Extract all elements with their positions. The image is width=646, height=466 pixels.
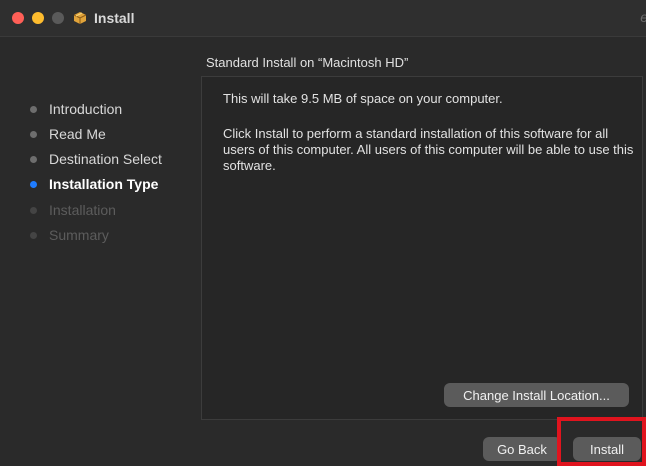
close-window-button[interactable]: [12, 12, 24, 24]
step-installation-type: Installation Type: [30, 174, 158, 194]
minimize-window-button[interactable]: [32, 12, 44, 24]
step-bullet-icon: [30, 130, 37, 138]
title-bar: Install e: [0, 0, 646, 37]
step-bullet-icon: [30, 155, 37, 163]
step-introduction: Introduction: [30, 99, 122, 119]
step-installation: Installation: [30, 200, 116, 220]
step-bullet-icon: [30, 231, 37, 239]
step-bullet-icon: [30, 180, 37, 188]
step-label: Introduction: [49, 101, 123, 117]
window-title-text: Install: [94, 10, 135, 26]
step-summary: Summary: [30, 225, 109, 245]
step-destination-select: Destination Select: [30, 149, 162, 169]
page-heading: Standard Install on “Macintosh HD”: [206, 55, 409, 70]
go-back-button[interactable]: Go Back: [483, 437, 561, 461]
highlight-annotation-box: [557, 417, 646, 466]
zoom-window-button[interactable]: [52, 12, 64, 24]
title-right-fragment: e: [640, 9, 646, 25]
step-label: Read Me: [49, 126, 106, 142]
steps-sidebar: Introduction Read Me Destination Select …: [0, 36, 200, 466]
change-install-location-button[interactable]: Change Install Location...: [444, 383, 629, 407]
installer-window: Install e Introduction Read Me Destinati…: [0, 0, 646, 466]
step-label: Destination Select: [49, 151, 162, 167]
step-bullet-icon: [30, 105, 37, 113]
step-bullet-icon: [30, 206, 37, 214]
install-description-text: Click Install to perform a standard inst…: [223, 126, 634, 173]
step-label: Installation Type: [49, 176, 159, 192]
step-read-me: Read Me: [30, 124, 106, 144]
step-label: Installation: [49, 202, 116, 218]
step-label: Summary: [49, 227, 109, 243]
package-icon: [72, 10, 88, 26]
window-title: Install: [72, 9, 134, 27]
space-required-text: This will take 9.5 MB of space on your c…: [223, 91, 503, 106]
content-panel: This will take 9.5 MB of space on your c…: [201, 76, 643, 420]
